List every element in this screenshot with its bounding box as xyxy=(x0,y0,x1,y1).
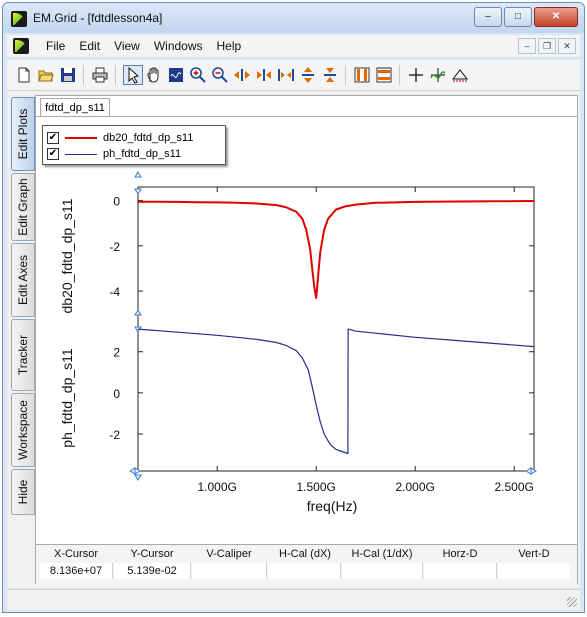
legend-item-db20[interactable]: ✔ db20_fdtd_dp_s11 xyxy=(47,131,193,145)
menu-edit[interactable]: Edit xyxy=(72,39,107,53)
print-icon[interactable] xyxy=(91,66,109,84)
document-icon[interactable] xyxy=(13,38,29,54)
menu-windows[interactable]: Windows xyxy=(147,39,210,53)
vert-d-value xyxy=(498,563,570,579)
side-tab-edit-axes[interactable]: Edit Axes xyxy=(11,243,35,317)
legend-item-ph[interactable]: ✔ ph_fdtd_dp_s11 xyxy=(47,147,181,161)
legend-swatch-db20 xyxy=(65,137,97,139)
side-tab-edit-graph[interactable]: Edit Graph xyxy=(11,173,35,241)
main-area: Edit Plots Edit Graph Edit Axes Tracker … xyxy=(7,91,580,588)
maximize-button[interactable]: □ xyxy=(504,7,532,27)
pointer-select-icon[interactable] xyxy=(123,65,143,85)
legend-checkbox-db20[interactable]: ✔ xyxy=(47,132,59,144)
crosshair-icon[interactable] xyxy=(407,66,425,84)
chart[interactable]: 0 -2 -4 db20_fdtd_dp_s11 2 0 -2 ph_fdtd_dp_s11 1… xyxy=(36,117,574,541)
legend-swatch-ph xyxy=(65,153,97,155)
side-tab-hide[interactable]: Hide xyxy=(11,469,35,515)
open-folder-icon[interactable] xyxy=(37,66,55,84)
cursor-y-value: 5.139e-02 xyxy=(114,563,191,579)
save-icon[interactable] xyxy=(59,66,77,84)
y-axis-label: ph_fdtd_dp_s11 xyxy=(59,348,75,448)
menu-help[interactable]: Help xyxy=(210,39,249,53)
legend-checkbox-ph[interactable]: ✔ xyxy=(47,148,59,160)
expand-horizontal-icon[interactable] xyxy=(233,66,251,84)
vertical-bars-icon[interactable] xyxy=(353,66,371,84)
doc-minimize-button[interactable]: – xyxy=(518,38,536,54)
y-tick-label: 0 xyxy=(113,387,120,401)
x-tick-label: 1.000G xyxy=(198,480,237,494)
cursor-x-value: 8.136e+07 xyxy=(40,563,113,579)
y-tick-label: -2 xyxy=(109,240,120,254)
minimize-button[interactable]: – xyxy=(474,7,502,27)
y-tick-label: 0 xyxy=(113,195,120,209)
menu-view[interactable]: View xyxy=(107,39,147,53)
horizontal-bars-icon[interactable] xyxy=(375,66,393,84)
legend-label-db20: db20_fdtd_dp_s11 xyxy=(103,132,194,144)
col-header-h-cal-inv-dx: H-Cal (1/dX) xyxy=(351,548,413,560)
shrink-vertical-icon[interactable] xyxy=(321,66,339,84)
col-header-v-caliper: V-Caliper xyxy=(206,548,252,560)
side-tab-workspace[interactable]: Workspace xyxy=(11,393,35,467)
expand-vertical-icon[interactable] xyxy=(299,66,317,84)
series-line xyxy=(138,200,535,299)
resize-grip-icon[interactable] xyxy=(567,597,577,607)
legend-label-ph: ph_fdtd_dp_s11 xyxy=(103,148,182,160)
peak-marker-icon[interactable] xyxy=(451,66,469,84)
shrink-horizontal-icon[interactable] xyxy=(255,66,273,84)
legend: ✔ db20_fdtd_dp_s11 ✔ ph_fdtd_dp_s11 xyxy=(42,125,226,165)
toolbar xyxy=(7,60,580,91)
x-tick-label: 1.500G xyxy=(297,480,336,494)
col-header-y-cursor: Y-Cursor xyxy=(130,548,174,560)
window-title: EM.Grid - [fdtdlesson4a] xyxy=(33,11,163,25)
y-tick-label: -2 xyxy=(109,428,120,442)
tracker-curve-icon[interactable] xyxy=(429,66,447,84)
series-line xyxy=(137,328,535,455)
y-axis-label: db20_fdtd_dp_s11 xyxy=(59,198,75,313)
menu-file[interactable]: File xyxy=(39,39,72,53)
plot-frame xyxy=(137,186,535,472)
cursor-readout-table: X-Cursor Y-Cursor V-Caliper H-Cal (dX) H… xyxy=(36,544,577,585)
new-file-icon[interactable] xyxy=(15,66,33,84)
document-panel: fdtd_dp_s11 0 -2 -4 db20_fdtd_dp_s11 2 0 -2 ph_… xyxy=(35,95,578,585)
col-header-horz-d: Horz-D xyxy=(442,548,478,560)
h-cal-inv-dx-value xyxy=(342,563,423,579)
tab-fdtd-dp-s11[interactable]: fdtd_dp_s11 xyxy=(40,98,110,117)
x-axis-label: freq(Hz) xyxy=(307,498,358,514)
fit-horizontal-icon[interactable] xyxy=(277,66,295,84)
pan-hand-icon[interactable] xyxy=(145,66,163,84)
h-cal-dx-value xyxy=(268,563,341,579)
zoom-in-icon[interactable] xyxy=(189,66,207,84)
y-tick-label: -4 xyxy=(109,285,120,299)
x-tick-label: 2.000G xyxy=(396,480,435,494)
v-caliper-value xyxy=(192,563,267,579)
y-axis-handle-bottom-icon xyxy=(134,474,142,481)
plot-area[interactable]: 0 -2 -4 db20_fdtd_dp_s11 2 0 -2 ph_fdtd_dp_s11 1… xyxy=(36,116,577,543)
side-tab-tracker[interactable]: Tracker xyxy=(11,319,35,391)
doc-restore-button[interactable]: ❐ xyxy=(538,38,556,54)
status-bar xyxy=(7,589,580,610)
col-header-h-cal-dx: H-Cal (dX) xyxy=(279,548,331,560)
col-header-x-cursor: X-Cursor xyxy=(53,548,98,560)
title-bar[interactable]: EM.Grid - [fdtdlesson4a] – □ ✕ xyxy=(3,3,584,33)
side-tab-edit-plots[interactable]: Edit Plots xyxy=(11,97,35,171)
app-window: EM.Grid - [fdtdlesson4a] – □ ✕ File Edit… xyxy=(2,2,585,613)
menu-bar: File Edit View Windows Help – ❐ ✕ xyxy=(7,35,580,58)
axis-handle-icon xyxy=(134,171,142,195)
plot-view-icon[interactable] xyxy=(167,66,185,84)
horz-d-value xyxy=(424,563,497,579)
doc-close-button[interactable]: ✕ xyxy=(558,38,576,54)
app-logo-icon xyxy=(11,11,27,27)
close-button[interactable]: ✕ xyxy=(534,7,578,27)
y-tick-label: 2 xyxy=(113,346,120,360)
col-header-vert-d: Vert-D xyxy=(518,548,550,560)
x-tick-label: 2.500G xyxy=(495,480,534,494)
zoom-out-icon[interactable] xyxy=(211,66,229,84)
